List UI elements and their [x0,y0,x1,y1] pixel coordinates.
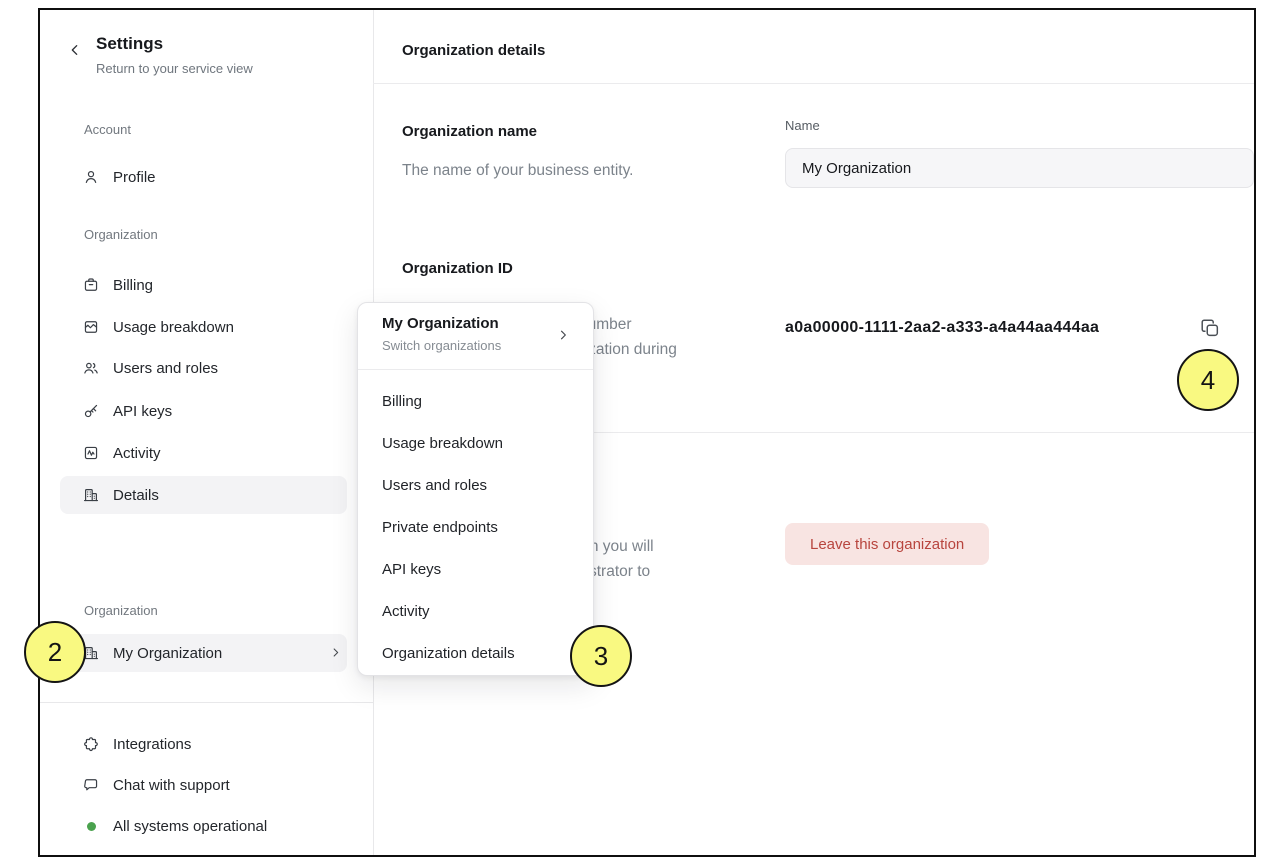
org-name-input[interactable] [785,148,1254,188]
section-label-organization: Organization [84,227,158,242]
section-label-account: Account [84,122,131,137]
name-field-label: Name [785,118,820,133]
sidebar-item-label: Profile [113,169,156,186]
page-subtitle[interactable]: Return to your service view [96,61,253,76]
person-icon [82,168,100,186]
sidebar-item-my-organization[interactable]: My Organization [60,634,347,672]
green-dot-icon [82,817,100,835]
back-button[interactable] [66,42,84,60]
copy-icon [1199,317,1221,339]
sidebar-item-label: Users and roles [113,360,218,377]
sidebar-item-billing[interactable]: Billing [60,266,347,304]
sidebar-item-label: Billing [113,277,153,294]
sidebar-item-label: All systems operational [113,818,267,835]
chevron-right-icon [556,328,570,342]
sidebar-item-label: Usage breakdown [113,319,234,336]
content-title: Organization details [402,42,545,59]
org-switcher-subtitle: Switch organizations [382,338,501,353]
pulse-square-icon [82,444,100,462]
sidebar-item-usage-breakdown[interactable]: Usage breakdown [60,308,347,346]
briefcase-icon [82,276,100,294]
org-name-heading: Organization name [402,123,537,140]
org-dropdown-menu: My Organization Switch organizations Bil… [357,302,594,676]
annotation-step-4: 4 [1177,349,1239,411]
chat-bubble-icon [82,776,100,794]
sidebar-item-label: Details [113,487,159,504]
org-switcher-header[interactable]: My Organization Switch organizations [358,303,593,369]
sidebar-item-chat-support[interactable]: Chat with support [60,766,347,804]
sidebar-item-label: My Organization [113,645,222,662]
menu-item-users-and-roles[interactable]: Users and roles [358,464,593,506]
sidebar-item-label: Activity [113,445,161,462]
menu-item-activity[interactable]: Activity [358,590,593,632]
chart-wave-icon [82,318,100,336]
screenshot-canvas: Settings Return to your service view Acc… [0,0,1262,866]
org-switcher-title: My Organization [382,315,499,332]
sidebar-item-label: Chat with support [113,777,230,794]
annotation-step-3: 3 [570,625,632,687]
sidebar-item-details[interactable]: Details [60,476,347,514]
puzzle-icon [82,735,100,753]
chevron-left-icon [67,42,83,58]
page-title: Settings [96,34,163,54]
chevron-right-icon [329,646,343,660]
org-id-heading: Organization ID [402,260,513,277]
sidebar-footer-divider [40,702,373,703]
copy-button[interactable] [1197,316,1223,342]
leave-organization-button[interactable]: Leave this organization [785,523,989,565]
people-icon [82,359,100,377]
menu-item-organization-details[interactable]: Organization details [358,632,593,674]
key-icon [82,402,100,420]
menu-item-private-endpoints[interactable]: Private endpoints [358,506,593,548]
menu-item-billing[interactable]: Billing [358,380,593,422]
content-divider [373,83,1254,84]
org-id-value: a0a00000-1111-2aa2-a333-a4a44aa444aa [785,319,1099,337]
section-label-org-switcher: Organization [84,603,158,618]
sidebar-item-profile[interactable]: Profile [60,158,347,196]
sidebar-item-system-status[interactable]: All systems operational [60,807,347,845]
sidebar-item-activity[interactable]: Activity [60,434,347,472]
menu-item-api-keys[interactable]: API keys [358,548,593,590]
sidebar-item-integrations[interactable]: Integrations [60,725,347,763]
building-icon [82,486,100,504]
sidebar-item-label: Integrations [113,736,191,753]
org-name-description: The name of your business entity. [402,158,702,183]
menu-divider [358,369,593,370]
sidebar-item-api-keys[interactable]: API keys [60,392,347,430]
sidebar-item-users-and-roles[interactable]: Users and roles [60,349,347,387]
sidebar-item-label: API keys [113,403,172,420]
app-window: Settings Return to your service view Acc… [38,8,1256,857]
menu-item-usage-breakdown[interactable]: Usage breakdown [358,422,593,464]
annotation-step-2: 2 [24,621,86,683]
